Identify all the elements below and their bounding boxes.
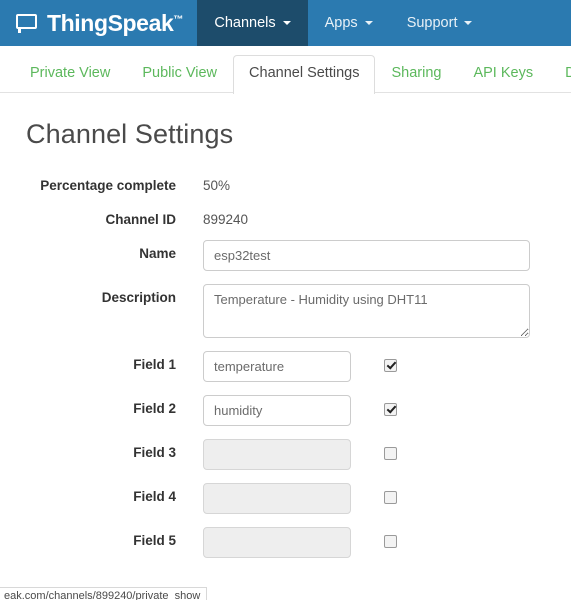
field-4-checkbox[interactable] [384,491,397,504]
row-field-5: Field 5 [0,527,571,558]
name-input[interactable] [203,240,530,271]
row-channel-id: Channel ID 899240 [0,206,571,227]
nav-item-support-label: Support [406,15,458,31]
thingspeak-logo[interactable]: ThingSpeak™ [0,0,197,46]
navbar-menu: Channels Apps Support [197,0,489,46]
field-5-checkbox[interactable] [384,535,397,548]
field-3-checkbox[interactable] [384,447,397,460]
nav-item-channels-label: Channels [214,15,276,31]
top-navbar: ThingSpeak™ Channels Apps Support [0,0,571,46]
page-title: Channel Settings [26,119,234,149]
channel-settings-form: Percentage complete 50% Channel ID 89924… [0,172,571,558]
nav-item-apps[interactable]: Apps [308,0,390,46]
field-3-label: Field 3 [133,445,176,460]
tab-data-import-export[interactable]: Dat [549,55,571,93]
field-2-input[interactable] [203,395,351,426]
tab-sharing[interactable]: Sharing [375,55,457,93]
tab-public-view[interactable]: Public View [126,55,233,93]
trademark-symbol: ™ [173,13,184,25]
nav-item-channels[interactable]: Channels [197,0,308,46]
row-percentage-complete: Percentage complete 50% [0,172,571,193]
row-field-4: Field 4 [0,483,571,514]
percentage-complete-value: 50% [203,178,231,193]
tab-private-view[interactable]: Private View [14,55,126,93]
field-5-input[interactable] [203,527,351,558]
channel-id-label: Channel ID [105,212,176,227]
field-1-input[interactable] [203,351,351,382]
nav-item-support[interactable]: Support [390,0,490,46]
brand-label: ThingSpeak [47,9,174,36]
field-2-checkbox[interactable] [384,403,397,416]
browser-status-bar: eak.com/channels/899240/private_show [0,587,208,600]
channel-settings-content: Channel Settings Percentage complete 50%… [0,93,571,558]
field-1-label: Field 1 [133,357,176,372]
name-label: Name [139,246,176,261]
row-field-2: Field 2 [0,395,571,426]
chevron-down-icon [464,21,473,25]
tab-channel-settings[interactable]: Channel Settings [233,54,376,94]
field-2-label: Field 2 [133,401,176,416]
channel-tabs: Private View Public View Channel Setting… [0,46,571,94]
channel-id-value: 899240 [203,212,249,227]
row-field-3: Field 3 [0,439,571,470]
row-description: Description Temperature - Humidity using… [0,284,571,338]
speech-bubble-icon [16,13,38,33]
field-4-label: Field 4 [133,489,176,504]
description-label: Description [101,290,176,305]
field-5-label: Field 5 [133,533,176,548]
chevron-down-icon [364,21,373,25]
description-textarea[interactable]: Temperature - Humidity using DHT11 [203,284,530,338]
field-1-checkbox[interactable] [384,359,397,372]
row-field-1: Field 1 [0,351,571,382]
nav-item-apps-label: Apps [324,15,358,31]
tab-api-keys[interactable]: API Keys [457,55,549,93]
field-3-input[interactable] [203,439,351,470]
percentage-complete-label: Percentage complete [40,178,176,193]
brand-name: ThingSpeak™ [47,9,184,36]
field-4-input[interactable] [203,483,351,514]
chevron-down-icon [282,21,291,25]
row-name: Name [0,240,571,271]
